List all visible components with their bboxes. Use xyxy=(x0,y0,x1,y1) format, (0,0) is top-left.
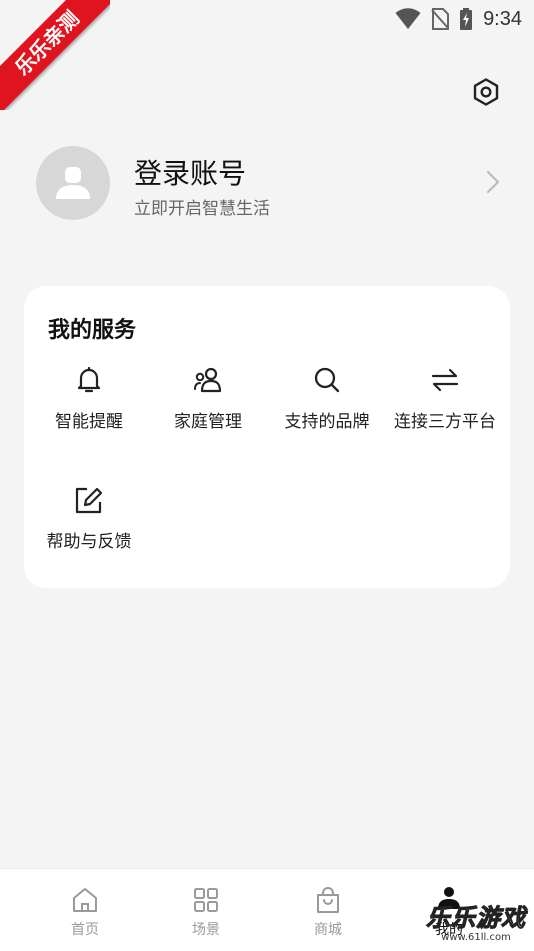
login-title[interactable]: 登录账号 xyxy=(134,152,246,192)
settings-button[interactable] xyxy=(468,74,504,110)
watermark-url: www.61ll.com xyxy=(441,932,511,943)
service-help-feedback[interactable]: 帮助与反馈 xyxy=(30,484,148,553)
service-label: 智能提醒 xyxy=(55,412,123,432)
service-connect-third-party[interactable]: 连接三方平台 xyxy=(386,364,504,433)
nav-item-home[interactable]: 首页 xyxy=(45,885,125,939)
service-label: 连接三方平台 xyxy=(394,412,496,432)
status-time: 9:34 xyxy=(483,7,522,30)
service-supported-brands[interactable]: 支持的品牌 xyxy=(268,364,386,433)
chevron-right-icon[interactable] xyxy=(482,168,504,196)
service-smart-reminder[interactable]: 智能提醒 xyxy=(30,364,148,433)
search-icon xyxy=(314,367,340,393)
corner-ribbon: 乐乐亲测 xyxy=(0,0,110,110)
grid-icon xyxy=(194,888,218,912)
battery-charging-icon xyxy=(460,8,473,30)
nav-label: 商城 xyxy=(314,922,342,938)
service-label: 家庭管理 xyxy=(174,412,242,432)
family-icon xyxy=(194,367,222,393)
login-subtitle: 立即开启智慧生活 xyxy=(134,199,270,219)
status-icons: 9:34 xyxy=(395,6,522,32)
ribbon-text: 乐乐亲测 xyxy=(0,0,110,110)
watermark: 乐乐游戏 www.61ll.com xyxy=(418,904,534,951)
settings-hexagon-icon xyxy=(473,78,499,106)
shopping-bag-icon xyxy=(317,887,339,913)
no-sim-icon xyxy=(431,8,450,30)
wifi-icon xyxy=(395,8,421,29)
nav-item-scene[interactable]: 场景 xyxy=(166,885,246,939)
services-card: 我的服务 智能提醒 家庭管理 支持的品牌 连接三方平台 帮助与反馈 xyxy=(24,286,510,588)
user-avatar-icon xyxy=(56,167,90,199)
nav-label: 首页 xyxy=(71,922,99,938)
service-label: 支持的品牌 xyxy=(284,412,370,432)
edit-feedback-icon xyxy=(75,487,103,514)
home-icon xyxy=(73,888,97,912)
service-label: 帮助与反馈 xyxy=(46,532,132,552)
bell-icon xyxy=(77,366,101,393)
nav-label: 场景 xyxy=(192,922,220,938)
nav-item-mall[interactable]: 商城 xyxy=(288,885,368,939)
services-title: 我的服务 xyxy=(48,318,137,343)
watermark-text: 乐乐游戏 xyxy=(426,904,526,933)
swap-arrows-icon xyxy=(431,368,459,392)
service-family-management[interactable]: 家庭管理 xyxy=(149,364,267,433)
avatar[interactable] xyxy=(36,146,110,220)
